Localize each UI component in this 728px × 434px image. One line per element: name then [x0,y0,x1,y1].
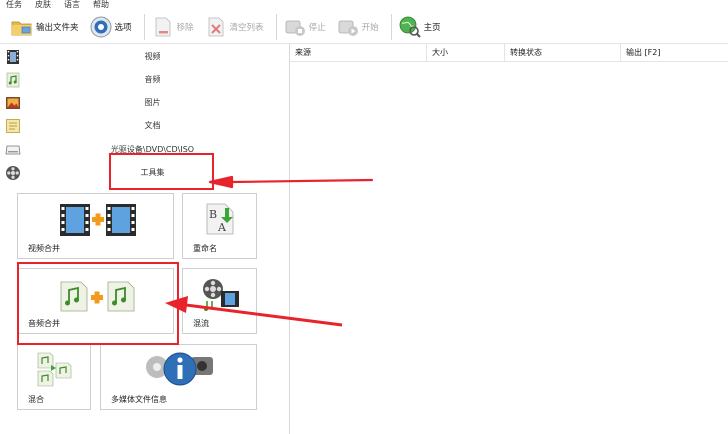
rename-icon: B A [206,203,234,235]
remove-document-icon [151,15,175,39]
svg-text:A: A [217,221,227,234]
home-button[interactable]: 主页 [396,12,445,42]
stop-button[interactable]: 停止 [281,12,330,42]
svg-text:B: B [209,208,217,221]
stop-icon [283,15,307,39]
category-label: 光驱设备\DVD\CD\ISO [110,145,195,154]
category-toolkit[interactable]: 工具集 [0,162,288,184]
menu-help[interactable]: 帮助 [87,0,116,10]
media-info-icon [146,352,213,386]
category-label: 文档 [144,121,161,130]
options-gear-icon [89,15,113,39]
folder-icon [10,15,34,39]
tile-label: 混合 [28,395,44,404]
tile-label: 视频合并 [28,244,60,253]
media-info-tile[interactable]: 多媒体文件信息 [100,344,257,410]
category-label: 图片 [144,98,161,107]
stop-label: 停止 [308,22,326,33]
category-optical-drive[interactable]: 光驱设备\DVD\CD\ISO [0,139,288,161]
category-image[interactable]: 图片 [0,92,288,114]
mux-tile[interactable]: 混流 [182,268,257,334]
menu-language[interactable]: 语言 [58,0,87,10]
file-table-header: 来源 大小 转换状态 输出 [F2] [290,44,728,62]
home-label: 主页 [423,22,441,33]
column-output[interactable]: 输出 [F2] [621,44,728,62]
file-list-panel[interactable]: 来源 大小 转换状态 输出 [F2] [290,44,728,434]
category-label: 视频 [144,52,161,61]
menu-task[interactable]: 任务 [0,0,29,10]
options-button[interactable]: 选项 [87,12,136,42]
home-globe-icon [398,15,422,39]
category-video[interactable]: 视频 [0,46,288,68]
output-folder-label: 输出文件夹 [36,22,79,33]
remove-label: 移除 [176,22,194,33]
video-merge-icon [60,204,136,236]
video-merge-tile[interactable]: 视频合并 [17,193,174,259]
output-folder-button[interactable]: 输出文件夹 [8,12,83,42]
column-source[interactable]: 来源 [290,44,427,62]
column-size[interactable]: 大小 [427,44,505,62]
start-label: 开始 [361,22,379,33]
category-document[interactable]: 文档 [0,115,288,137]
clear-list-icon [204,15,228,39]
options-label: 选项 [114,22,132,33]
tile-label: 音频合并 [28,319,60,328]
clear-list-button[interactable]: 清空列表 [202,12,268,42]
mux-icon [203,279,239,311]
mix-icon [37,352,72,387]
rename-tile[interactable]: B A 重命名 [182,193,257,259]
toolbar: 输出文件夹 选项 移除 清空列表 停止 开始 主页 [0,10,728,44]
toolbar-separator [275,13,277,40]
menu-skin[interactable]: 皮肤 [29,0,58,10]
start-icon [336,15,360,39]
tile-label: 重命名 [193,244,217,253]
left-panel: 视频 音频 图片 文档 光驱设备\DVD\CD\ISO 工具集 视频合并 B A… [0,44,290,434]
tile-label: 多媒体文件信息 [111,395,167,404]
toolbar-separator [143,13,145,40]
category-label: 音频 [144,75,161,84]
column-status[interactable]: 转换状态 [505,44,621,62]
category-audio[interactable]: 音频 [0,69,288,91]
menu-bar: 任务 皮肤 语言 帮助 [0,0,728,10]
clear-list-label: 清空列表 [229,22,264,33]
tile-label: 混流 [193,319,209,328]
remove-button[interactable]: 移除 [149,12,198,42]
audio-merge-icon [60,281,135,312]
category-label: 工具集 [140,168,165,177]
audio-merge-tile[interactable]: 音频合并 [17,268,174,334]
mix-tile[interactable]: 混合 [17,344,91,410]
start-button[interactable]: 开始 [334,12,383,42]
toolbar-separator [390,13,392,40]
